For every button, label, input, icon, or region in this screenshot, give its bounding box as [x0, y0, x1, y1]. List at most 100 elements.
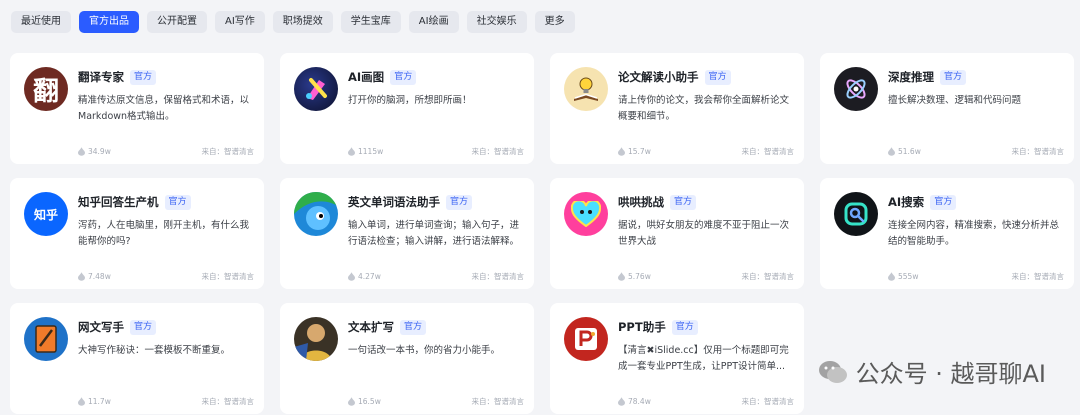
- paper-reader-icon: [564, 67, 608, 111]
- view-count: 4.27w: [358, 272, 381, 281]
- source-label: 来自：智谱清言: [1011, 272, 1065, 281]
- flame-icon: [618, 272, 625, 281]
- view-count: 1115w: [358, 147, 384, 156]
- agent-card[interactable]: AI画图 官方 打开你的脑洞，所想即所画！ 1115w 来自：智谱清言: [280, 53, 534, 164]
- card-description: 请上传你的论文，我会帮你全面解析论文概要和细节。: [618, 95, 790, 122]
- flame-icon: [888, 272, 895, 281]
- source-label: 来自：智谱清言: [1011, 147, 1065, 156]
- card-title: AI画图: [348, 70, 385, 84]
- ppt-icon: [564, 317, 608, 361]
- source-label: 来自：智谱清言: [741, 397, 795, 406]
- heart-challenge-icon: [564, 192, 608, 236]
- card-description: 大神写作秘诀：一套模板不断重复。: [78, 345, 231, 356]
- card-description: 擅长解决数理、逻辑和代码问题: [888, 95, 1022, 106]
- card-description: 打开你的脑洞，所想即所画！: [348, 95, 472, 106]
- flame-icon: [348, 147, 355, 156]
- agent-card[interactable]: 网文写手 官方 大神写作秘诀：一套模板不断重复。 11.7w 来自：智谱清言: [10, 303, 264, 414]
- translate-icon: 翻: [24, 67, 68, 111]
- wechat-watermark: 公众号 · 越哥聊AI: [818, 354, 1046, 389]
- agent-card[interactable]: AI搜索 官方 连接全网内容，精准搜索，快速分析并总结的智能助手。 555w 来…: [820, 178, 1074, 289]
- tab-official[interactable]: 官方出品: [79, 11, 139, 33]
- flame-icon: [618, 397, 625, 406]
- view-count: 5.76w: [628, 272, 651, 281]
- official-badge: 官方: [130, 69, 157, 85]
- english-helper-icon: [294, 192, 338, 236]
- watermark-text: 公众号 · 越哥聊AI: [855, 360, 1046, 388]
- tab-ai-writing[interactable]: AI写作: [215, 11, 265, 33]
- official-badge: 官方: [930, 194, 957, 210]
- card-title: 文本扩写: [348, 320, 394, 334]
- card-title: 翻译专家: [78, 70, 124, 84]
- card-description: 据说，哄好女朋友的难度不亚于阻止一次世界大战: [618, 220, 790, 247]
- view-count: 555w: [898, 272, 919, 281]
- card-title: 论文解读小助手: [618, 70, 699, 84]
- official-badge: 官方: [400, 319, 427, 335]
- card-description: 一句话改一本书，你的省力小能手。: [348, 345, 501, 356]
- flame-icon: [888, 147, 895, 156]
- source-label: 来自：智谱清言: [471, 147, 525, 156]
- tab-more[interactable]: 更多: [534, 11, 575, 33]
- card-title: AI搜索: [888, 195, 925, 209]
- official-badge: 官方: [670, 194, 697, 210]
- tab-social[interactable]: 社交娱乐: [466, 11, 527, 33]
- card-description: 精准传达原文信息，保留格式和术语，以Markdown格式输出。: [78, 95, 250, 122]
- card-description: 泻药，人在电脑里，刚开主机，有什么我能帮你的吗?: [78, 220, 250, 247]
- source-label: 来自：智谱清言: [471, 272, 525, 281]
- source-label: 来自：智谱清言: [201, 147, 255, 156]
- view-count: 78.4w: [628, 397, 651, 406]
- source-label: 来自：智谱清言: [471, 397, 525, 406]
- tab-student[interactable]: 学生宝库: [340, 11, 401, 33]
- official-badge: 官方: [940, 69, 967, 85]
- flame-icon: [78, 147, 85, 156]
- tab-ai-painting[interactable]: AI绘画: [408, 11, 459, 33]
- official-badge: 官方: [164, 194, 191, 210]
- agent-card[interactable]: 知乎 知乎回答生产机 官方 泻药，人在电脑里，刚开主机，有什么我能帮你的吗? 7…: [10, 178, 264, 289]
- view-count: 34.9w: [88, 147, 111, 156]
- ai-search-icon: [834, 192, 878, 236]
- source-label: 来自：智谱清言: [741, 147, 795, 156]
- official-badge: 官方: [390, 69, 417, 85]
- card-description: 【清言✖iSlide.cc】仅用一个标题即可完成一套专业PPT生成，让PPT设计…: [618, 345, 789, 372]
- deep-reasoning-icon: [834, 67, 878, 111]
- wechat-icon: [818, 360, 847, 383]
- flame-icon: [78, 397, 85, 406]
- view-count: 11.7w: [88, 397, 111, 406]
- flame-icon: [78, 272, 85, 281]
- card-description: 输入单词，进行单词查询；输入句子，进行语法检查；输入讲解，进行语法解释。: [348, 220, 520, 247]
- official-badge: 官方: [130, 319, 157, 335]
- card-title: 网文写手: [78, 320, 124, 334]
- card-title: 哄哄挑战: [618, 195, 664, 209]
- ai-paint-icon: [294, 67, 338, 111]
- zhihu-icon: 知乎: [24, 192, 68, 236]
- card-title: 英文单词语法助手: [348, 195, 440, 209]
- tab-recent[interactable]: 最近使用: [11, 11, 71, 33]
- tab-workplace[interactable]: 职场提效: [272, 11, 333, 33]
- agent-card[interactable]: 论文解读小助手 官方 请上传你的论文，我会帮你全面解析论文概要和细节。 15.7…: [550, 53, 804, 164]
- view-count: 7.48w: [88, 272, 111, 281]
- card-title: 深度推理: [888, 70, 934, 84]
- agent-card[interactable]: 英文单词语法助手 官方 输入单词，进行单词查询；输入句子，进行语法检查；输入讲解…: [280, 178, 534, 289]
- agent-card[interactable]: 文本扩写 官方 一句话改一本书，你的省力小能手。 16.5w 来自：智谱清言: [280, 303, 534, 414]
- agent-card[interactable]: 翻 翻译专家 官方 精准传达原文信息，保留格式和术语，以Markdown格式输出…: [10, 53, 264, 164]
- official-badge: 官方: [446, 194, 473, 210]
- text-expand-icon: [294, 317, 338, 361]
- source-label: 来自：智谱清言: [741, 272, 795, 281]
- agent-card[interactable]: PPT助手 官方 【清言✖iSlide.cc】仅用一个标题即可完成一套专业PPT…: [550, 303, 804, 414]
- official-badge: 官方: [671, 319, 698, 335]
- official-badge: 官方: [704, 69, 731, 85]
- card-description: 连接全网内容，精准搜索，快速分析并总结的智能助手。: [888, 220, 1060, 247]
- flame-icon: [348, 272, 355, 281]
- card-title: PPT助手: [618, 320, 666, 334]
- view-count: 15.7w: [628, 147, 651, 156]
- card-title: 知乎回答生产机: [78, 195, 159, 209]
- flame-icon: [618, 147, 625, 156]
- agent-card[interactable]: 哄哄挑战 官方 据说，哄好女朋友的难度不亚于阻止一次世界大战 5.76w 来自：…: [550, 178, 804, 289]
- view-count: 51.6w: [898, 147, 921, 156]
- category-tabs: 最近使用 官方出品 公开配置 AI写作 职场提效 学生宝库 AI绘画 社交娱乐 …: [11, 11, 575, 33]
- view-count: 16.5w: [358, 397, 381, 406]
- source-label: 来自：智谱清言: [201, 397, 255, 406]
- tab-public-config[interactable]: 公开配置: [147, 11, 207, 33]
- source-label: 来自：智谱清言: [201, 272, 255, 281]
- agent-card[interactable]: 深度推理 官方 擅长解决数理、逻辑和代码问题 51.6w 来自：智谱清言: [820, 53, 1074, 164]
- novel-writer-icon: [24, 317, 68, 361]
